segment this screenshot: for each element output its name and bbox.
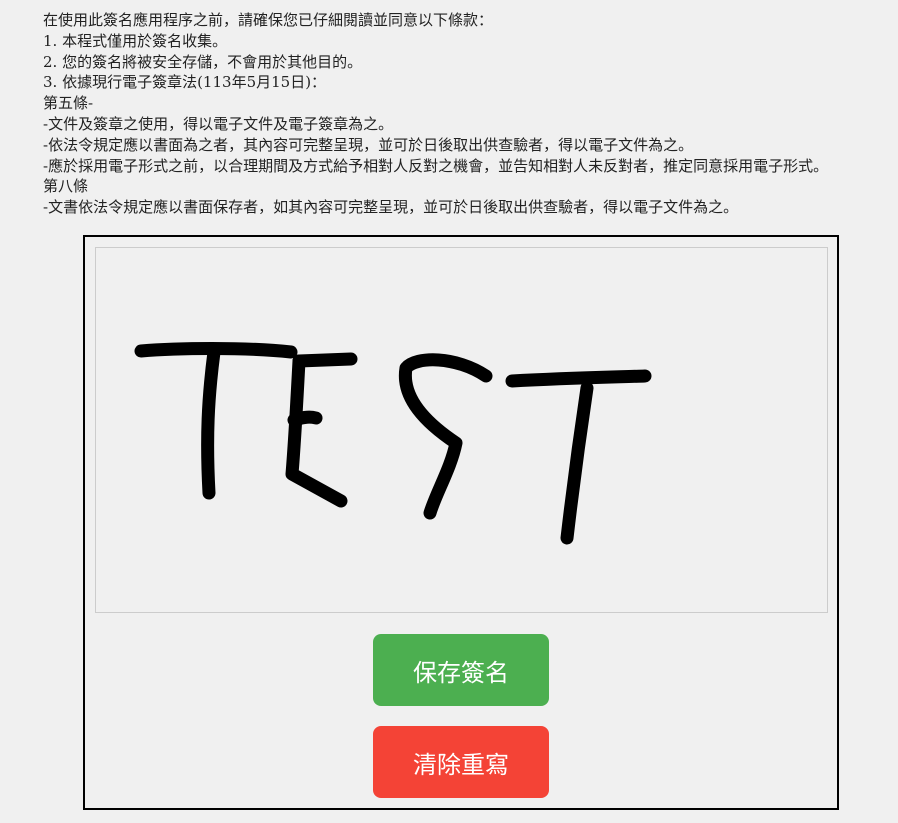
signature-stroke [287,410,323,427]
terms-line: 在使用此簽名應用程序之前，請確保您已仔細閱讀並同意以下條款： [43,11,494,29]
terms-line: -文件及簽章之使用，得以電子文件及電子簽章為之。 [43,114,394,133]
terms-line: 1. 本程式僅用於簽名收集。 [43,31,228,50]
save-signature-button[interactable]: 保存簽名 [373,634,549,706]
terms-line: 第八條 [43,177,89,196]
signature-stroke [398,353,493,520]
terms-line: -依法令規定應以書面為之者，其內容可完整呈現，並可於日後取出供查驗者，得以電子文… [43,135,694,154]
terms-line: -文書依法令規定應以書面保存者，如其內容可完整呈現，並可於日後取出供查驗者，得以… [43,198,739,217]
clear-signature-button[interactable]: 清除重寫 [373,726,549,798]
signature-stroke [201,345,221,500]
terms-line: 2. 您的簽名將被安全存儲，不會用於其他目的。 [43,52,363,71]
terms-text: 在使用此簽名應用程序之前，請確保您已仔細閱讀並同意以下條款： 1. 本程式僅用於… [43,10,893,218]
signature-stroke [505,369,652,388]
signature-stroke [292,352,358,368]
signature-drawing [134,342,652,545]
signature-stroke [560,381,594,545]
terms-line: 第五條- [43,94,94,113]
terms-line: -應於採用電子形式之前，以合理期間及方式給予相對人反對之機會，並告知相對人未反對… [43,156,829,175]
signature-container: 保存簽名 清除重寫 [83,235,839,810]
signature-canvas[interactable] [95,247,828,613]
signature-stroke [285,354,348,508]
terms-line: 3. 依據現行電子簽章法(113年5月15日)： [43,73,327,92]
